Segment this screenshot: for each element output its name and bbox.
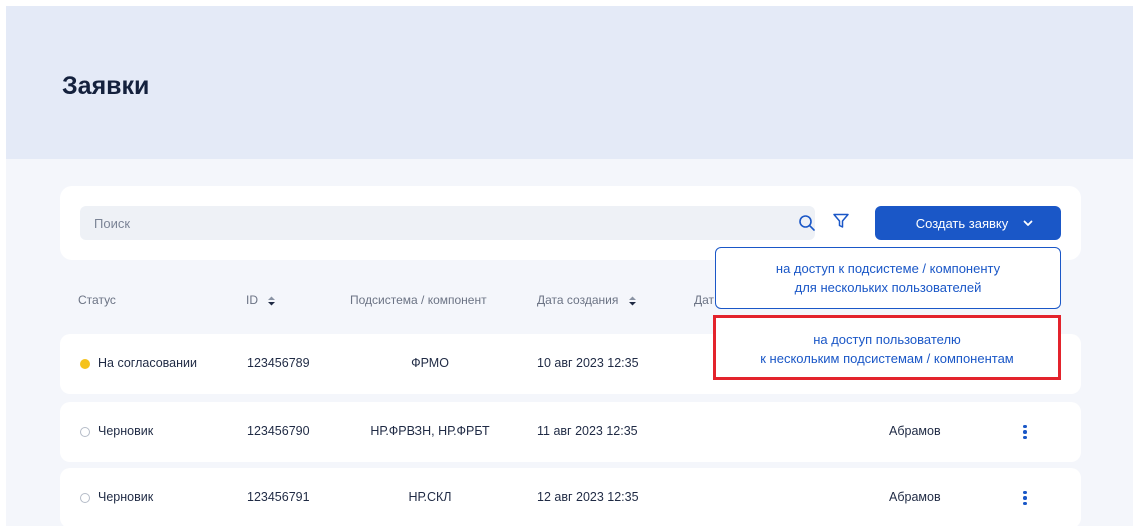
page-title: Заявки [62, 72, 150, 100]
column-header-label: Подсистема / компонент [350, 293, 487, 307]
subsystem: ФРМО [411, 356, 449, 370]
search-box [80, 206, 815, 240]
created-date: 10 авг 2023 12:35 [537, 356, 639, 370]
menu-item-line: для нескольких пользователей [794, 280, 982, 295]
column-header-id[interactable]: ID [246, 293, 276, 307]
status-text: На согласовании [98, 356, 197, 370]
filter-icon[interactable] [832, 212, 850, 230]
author: Абрамов [889, 490, 941, 504]
request-id: 123456791 [247, 490, 310, 504]
status-dot [80, 493, 90, 503]
column-header-created[interactable]: Дата создания [537, 293, 637, 307]
sort-icon[interactable] [267, 295, 276, 307]
sort-icon[interactable] [628, 295, 637, 307]
kebab-menu-icon[interactable] [1015, 486, 1035, 510]
page-header: Заявки [6, 6, 1133, 159]
status-text: Черновик [98, 424, 154, 438]
column-header-label: Дата создания [537, 293, 619, 307]
request-id: 123456789 [247, 356, 310, 370]
search-input[interactable] [80, 206, 770, 240]
request-id: 123456790 [247, 424, 310, 438]
column-header-label: ID [246, 293, 258, 307]
column-header-label: Статус [78, 293, 116, 307]
create-request-button[interactable]: Создать заявку [875, 206, 1061, 240]
chevron-down-icon [1023, 220, 1033, 226]
page: Заявки Создать заявку Статус ID Подси [6, 6, 1133, 526]
menu-item-access-user-multiple-subsystems[interactable]: на доступ пользователю к нескольким подс… [713, 315, 1061, 380]
menu-item-line: на доступ пользователю [813, 332, 961, 347]
subsystem: НР.СКЛ [408, 490, 452, 504]
column-header-subsystem: Подсистема / компонент [350, 293, 487, 307]
created-date: 12 авг 2023 12:35 [537, 490, 639, 504]
status-dot [80, 359, 90, 369]
kebab-menu-icon[interactable] [1015, 420, 1035, 444]
create-request-label: Создать заявку [915, 215, 1009, 231]
status-dot [80, 427, 90, 437]
menu-item-line: на доступ к подсистеме / компоненту [775, 261, 1001, 276]
menu-item-line: к нескольким подсистемам / компонентам [760, 351, 1014, 366]
column-header-date: Дат [694, 293, 714, 307]
column-header-label: Дат [694, 293, 715, 307]
table-row[interactable]: Черновик 123456791 НР.СКЛ 12 авг 2023 12… [60, 468, 1081, 526]
created-date: 11 авг 2023 12:35 [537, 424, 638, 438]
status-text: Черновик [98, 490, 154, 504]
column-header-status: Статус [78, 293, 116, 307]
subsystem: НР.ФРВЗН, НР.ФРБТ [370, 424, 490, 438]
author: Абрамов [889, 424, 941, 438]
table-row[interactable]: Черновик 123456790 НР.ФРВЗН, НР.ФРБТ 11 … [60, 402, 1081, 462]
menu-item-access-subsystem-multiple-users[interactable]: на доступ к подсистеме / компоненту для … [715, 247, 1061, 309]
search-icon[interactable] [798, 214, 816, 232]
